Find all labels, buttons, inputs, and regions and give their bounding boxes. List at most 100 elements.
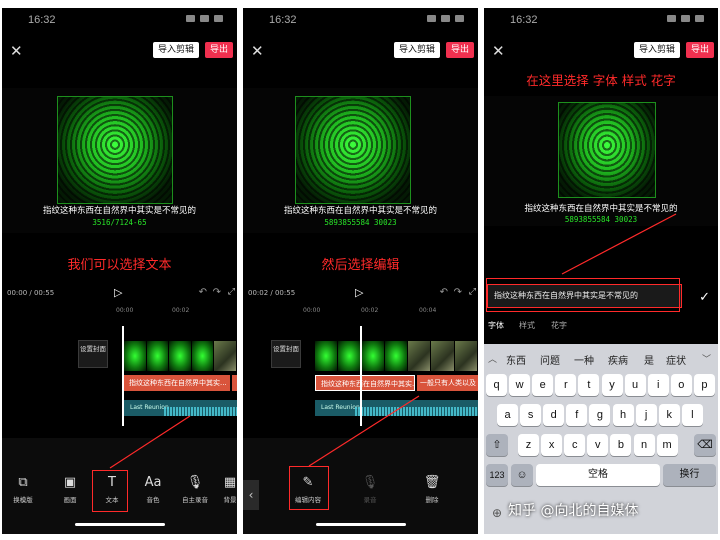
key-o[interactable]: o — [670, 374, 692, 396]
key-h[interactable]: h — [612, 404, 634, 426]
candidate-word[interactable]: 一种 — [574, 352, 594, 367]
set-cover-button[interactable]: 设置封面 — [271, 340, 301, 368]
status-icons — [427, 15, 464, 22]
export-button[interactable]: 导出 — [204, 42, 233, 58]
key-row-1: qwertyuiop — [484, 374, 718, 398]
highlight-box — [486, 278, 680, 312]
tool-record[interactable]: 🎙 自主录音 — [178, 475, 212, 504]
number-key[interactable]: 123 — [486, 464, 508, 486]
tool-voice[interactable]: Aa 音色 — [136, 475, 170, 504]
text-clip[interactable]: 指纹这种东西在自然界中其实... — [315, 375, 415, 391]
key-m[interactable]: m — [656, 434, 678, 456]
candidate-word[interactable]: 问题 — [540, 352, 560, 367]
tab-font[interactable]: 字体 — [488, 320, 504, 331]
fullscreen-icon[interactable]: ⤢ — [228, 287, 235, 297]
space-key[interactable]: 空格 — [536, 464, 660, 486]
candidate-word[interactable]: 疾病 — [608, 352, 628, 367]
close-icon[interactable]: ✕ — [10, 42, 23, 60]
key-w[interactable]: w — [509, 374, 531, 396]
tool-template[interactable]: ⧉ 换模版 — [6, 475, 40, 504]
undo-icon[interactable]: ↶ — [199, 287, 207, 298]
audio-track[interactable]: Last Reunion — [315, 400, 478, 416]
key-row-2: asdfghjkl — [484, 404, 718, 428]
backspace-key[interactable]: ⌫ — [694, 434, 716, 456]
audio-track[interactable]: Last Reunion — [124, 400, 237, 416]
video-frame — [361, 341, 385, 371]
chevron-up-icon[interactable]: ︿ — [488, 352, 497, 365]
emoji-key[interactable]: ☺ — [511, 464, 533, 486]
key-q[interactable]: q — [486, 374, 507, 396]
video-track[interactable] — [315, 341, 478, 371]
subtitle-text: 指纹这种东西在自然界中其实是不常见的 — [42, 206, 196, 216]
export-button[interactable]: 导出 — [685, 42, 714, 58]
key-x[interactable]: x — [541, 434, 563, 456]
fullscreen-icon[interactable]: ⤢ — [469, 287, 476, 297]
export-button[interactable]: 导出 — [445, 42, 474, 58]
key-t[interactable]: t — [578, 374, 600, 396]
key-i[interactable]: i — [647, 374, 669, 396]
video-frame — [431, 341, 455, 371]
set-cover-button[interactable]: 设置封面 — [78, 340, 108, 368]
playhead[interactable] — [360, 326, 362, 426]
status-icons — [186, 15, 223, 22]
video-preview[interactable]: 指纹这种东西在自然界中其实是不常见的 3516/7124-65 — [2, 88, 237, 233]
return-key[interactable]: 换行 — [663, 464, 716, 486]
key-j[interactable]: j — [635, 404, 657, 426]
text-clip-next[interactable] — [232, 375, 237, 391]
key-u[interactable]: u — [624, 374, 646, 396]
text-clip-next[interactable]: 一般只有人类以及 — [417, 375, 478, 391]
tool-picture[interactable]: ▣ 画面 — [53, 475, 87, 504]
undo-icon[interactable]: ↶ — [440, 287, 448, 298]
key-n[interactable]: n — [633, 434, 655, 456]
key-f[interactable]: f — [566, 404, 588, 426]
tool-delete[interactable]: 🗑 删除 — [415, 475, 449, 504]
video-preview[interactable]: 指纹这种东西在自然界中其实是不常见的 5893855584 30023 — [484, 96, 718, 226]
key-z[interactable]: z — [518, 434, 539, 456]
subtitle-text: 指纹这种东西在自然界中其实是不常见的 — [524, 204, 678, 214]
status-bar: 16:32 — [484, 8, 718, 30]
key-s[interactable]: s — [520, 404, 542, 426]
annotation-text: 我们可以选择文本 — [67, 258, 172, 273]
redo-icon[interactable]: ↷ — [213, 287, 221, 298]
key-k[interactable]: k — [658, 404, 680, 426]
tab-style[interactable]: 样式 — [519, 320, 535, 331]
shift-key[interactable]: ⇧ — [486, 434, 508, 456]
play-icon[interactable]: ▷ — [114, 286, 122, 299]
key-r[interactable]: r — [555, 374, 577, 396]
key-p[interactable]: p — [693, 374, 715, 396]
redo-icon[interactable]: ↷ — [454, 287, 462, 298]
text-clip[interactable]: 指纹这种东西在自然界中其实... — [124, 375, 230, 391]
chevron-down-icon[interactable]: ﹀ — [702, 352, 711, 365]
playback-controls: 00:00 / 00:55 ▷ ↶ ↷ ⤢ — [2, 284, 237, 304]
close-icon[interactable]: ✕ — [492, 42, 505, 60]
video-preview[interactable]: 指纹这种东西在自然界中其实是不常见的 5893855584 30023 — [243, 88, 478, 233]
close-icon[interactable]: ✕ — [251, 42, 264, 60]
key-l[interactable]: l — [681, 404, 703, 426]
key-d[interactable]: d — [543, 404, 565, 426]
video-track[interactable] — [124, 341, 237, 371]
import-clip-button[interactable]: 导入剪辑 — [152, 42, 199, 58]
key-c[interactable]: c — [564, 434, 586, 456]
candidate-word[interactable]: 是 — [644, 352, 654, 367]
playhead[interactable] — [122, 326, 124, 426]
confirm-check-icon[interactable]: ✓ — [699, 290, 710, 305]
tool-background[interactable]: ▦ 背景 — [213, 475, 237, 504]
key-b[interactable]: b — [610, 434, 632, 456]
back-button[interactable]: ‹ — [243, 480, 259, 510]
code-text: 5893855584 30023 — [324, 218, 397, 227]
globe-icon[interactable]: ⊕ — [492, 506, 502, 520]
key-a[interactable]: a — [497, 404, 518, 426]
candidate-word[interactable]: 症状 — [666, 352, 686, 367]
tool-record[interactable]: 🎙 录音 — [353, 475, 387, 504]
import-clip-button[interactable]: 导入剪辑 — [393, 42, 440, 58]
key-e[interactable]: e — [532, 374, 554, 396]
key-y[interactable]: y — [601, 374, 623, 396]
candidate-word[interactable]: 东西 — [506, 352, 526, 367]
key-v[interactable]: v — [587, 434, 609, 456]
play-icon[interactable]: ▷ — [355, 286, 363, 299]
import-clip-button[interactable]: 导入剪辑 — [633, 42, 680, 58]
video-frame — [408, 341, 432, 371]
style-tabs: 字体 样式 花字 — [484, 318, 718, 336]
tab-fancy-text[interactable]: 花字 — [551, 320, 567, 331]
key-g[interactable]: g — [589, 404, 611, 426]
